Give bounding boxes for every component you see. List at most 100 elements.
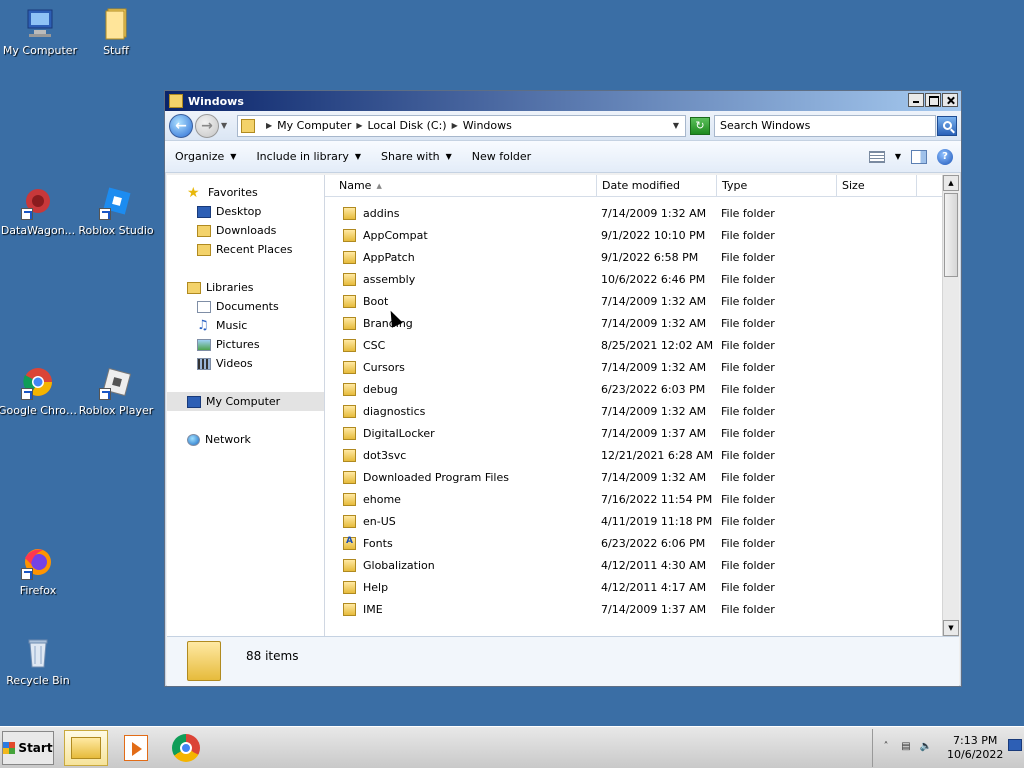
file-row[interactable]: IME 7/14/2009 1:37 AM File folder <box>325 598 959 620</box>
desktop-icon-my-computer[interactable]: My Computer <box>0 6 80 57</box>
desktop-icon-label: Firefox <box>19 584 57 597</box>
file-row[interactable]: en-US 4/11/2019 11:18 PM File folder <box>325 510 959 532</box>
nav-item-downloads[interactable]: Downloads <box>167 221 324 240</box>
search-input[interactable]: Search Windows <box>714 114 936 137</box>
share-with-button[interactable]: Share with ▼ <box>381 150 452 163</box>
column-header-type[interactable]: Type <box>717 175 837 196</box>
file-row[interactable]: debug 6/23/2022 6:03 PM File folder <box>325 378 959 400</box>
folder-icon <box>343 316 356 330</box>
file-row[interactable]: DigitalLocker 7/14/2009 1:37 AM File folde… <box>325 422 959 444</box>
refresh-button[interactable]: ↻ <box>690 116 710 135</box>
file-row[interactable]: Boot 7/14/2009 1:32 AM File folder <box>325 290 959 312</box>
scroll-thumb[interactable] <box>944 193 958 277</box>
breadcrumb-arrow-icon[interactable]: ▶ <box>452 121 458 130</box>
breadcrumb-local-disk[interactable]: Local Disk (C:) <box>368 119 447 132</box>
address-dropdown-icon[interactable]: ▼ <box>673 121 679 130</box>
recent-pages-dropdown[interactable]: ▼ <box>221 121 231 130</box>
file-date: 7/14/2009 1:32 AM <box>601 294 707 308</box>
file-date: 9/1/2022 6:58 PM <box>601 250 699 264</box>
file-date: 7/14/2009 1:32 AM <box>601 404 707 418</box>
help-icon[interactable]: ? <box>937 148 953 165</box>
address-bar[interactable]: ▶ My Computer ▶ Local Disk (C:) ▶ Window… <box>237 114 686 137</box>
desktop-icon-google-chrome[interactable]: Google Chrome <box>0 366 78 417</box>
folder-icon <box>343 536 356 550</box>
desktop-icon-firefox[interactable]: Firefox <box>0 546 78 597</box>
taskbar-explorer-button[interactable] <box>64 730 108 766</box>
file-row[interactable]: Fonts 6/23/2022 6:06 PM File folder <box>325 532 959 554</box>
desktop-icon-recycle-bin[interactable]: Recycle Bin <box>0 636 78 687</box>
file-row[interactable]: addins 7/14/2009 1:32 AM File folder <box>325 202 959 224</box>
breadcrumb-arrow-icon[interactable]: ▶ <box>266 121 272 130</box>
nav-item-music[interactable]: ♫ Music <box>167 316 324 335</box>
nav-item-my-computer[interactable]: My Computer <box>167 392 324 411</box>
maximize-button[interactable] <box>925 93 941 107</box>
file-row[interactable]: Downloaded Program Files 7/14/2009 1:32 A… <box>325 466 959 488</box>
file-row[interactable]: CSC 8/25/2021 12:02 AM File folder <box>325 334 959 356</box>
clock[interactable]: 7:13 PM 10/6/2022 <box>947 734 1003 762</box>
desktop-icon-roblox-studio[interactable]: Roblox Studio <box>76 186 156 237</box>
file-row[interactable]: AppCompat 9/1/2022 10:10 PM File folder <box>325 224 959 246</box>
file-row[interactable]: dot3svc 12/21/2021 6:28 AM File folder <box>325 444 959 466</box>
file-type: File folder <box>721 602 775 616</box>
file-row[interactable]: assembly 10/6/2022 6:46 PM File folder <box>325 268 959 290</box>
file-date: 9/1/2022 10:10 PM <box>601 228 706 242</box>
desktop-icon-roblox-player[interactable]: Roblox Player <box>76 366 156 417</box>
breadcrumb-windows[interactable]: Windows <box>463 119 512 132</box>
column-header-name[interactable]: Name ▲ <box>325 175 597 196</box>
nav-item-desktop[interactable]: Desktop <box>167 202 324 221</box>
volume-icon[interactable]: 🔈 <box>919 741 933 755</box>
window-title: Windows <box>188 94 244 108</box>
downloads-folder-icon <box>197 224 211 237</box>
preview-pane-icon[interactable] <box>911 149 927 164</box>
file-row[interactable]: Cursors 7/14/2009 1:32 AM File folder <box>325 356 959 378</box>
show-hidden-icons-icon[interactable]: ˄ <box>879 741 893 755</box>
pictures-icon <box>197 338 211 351</box>
nav-item-pictures[interactable]: Pictures <box>167 335 324 354</box>
file-date: 4/11/2019 11:18 PM <box>601 514 713 528</box>
taskbar-media-player-button[interactable] <box>114 730 158 766</box>
nav-item-favorites[interactable]: ★ Favorites <box>167 183 324 202</box>
network-status-icon[interactable]: ▤ <box>899 741 913 755</box>
search-button[interactable] <box>937 115 957 136</box>
scroll-up-button[interactable]: ▲ <box>943 175 959 191</box>
taskbar-chrome-button[interactable] <box>164 730 208 766</box>
close-button[interactable] <box>942 93 958 107</box>
new-folder-button[interactable]: New folder <box>472 150 531 163</box>
file-row[interactable]: Branding 7/14/2009 1:32 AM File folder <box>325 312 959 334</box>
nav-item-documents[interactable]: Documents <box>167 297 324 316</box>
file-row[interactable]: ehome 7/16/2022 11:54 PM File folder <box>325 488 959 510</box>
file-row[interactable]: AppPatch 9/1/2022 6:58 PM File folder <box>325 246 959 268</box>
file-type: File folder <box>721 360 775 374</box>
scroll-down-button[interactable]: ▼ <box>943 620 959 636</box>
change-view-icon[interactable] <box>868 150 885 163</box>
desktop-icon-datawagon[interactable]: DataWagon... <box>0 186 78 237</box>
back-button[interactable]: ← <box>169 113 193 138</box>
include-in-library-button[interactable]: Include in library ▼ <box>256 150 361 163</box>
folder-icon <box>343 426 356 440</box>
column-header-date-modified[interactable]: Date modified <box>597 175 717 196</box>
chevron-down-icon[interactable]: ▼ <box>895 152 901 161</box>
nav-item-recent-places[interactable]: Recent Places <box>167 240 324 259</box>
command-bar: Organize ▼ Include in library ▼ Share with… <box>165 141 961 173</box>
start-button[interactable]: Start <box>2 731 54 765</box>
videos-icon <box>197 357 211 370</box>
column-header-size[interactable]: Size <box>837 175 917 196</box>
forward-button[interactable]: → <box>195 113 219 138</box>
vertical-scrollbar[interactable]: ▲ ▼ <box>942 175 959 636</box>
file-row[interactable]: Globalization 4/12/2011 4:30 AM File folde… <box>325 554 959 576</box>
file-row[interactable]: diagnostics 7/14/2009 1:32 AM File folder <box>325 400 959 422</box>
minimize-button[interactable] <box>908 93 924 107</box>
nav-item-videos[interactable]: Videos <box>167 354 324 373</box>
file-date: 7/14/2009 1:37 AM <box>601 602 707 616</box>
folder-icon <box>343 470 356 484</box>
nav-item-network[interactable]: Network <box>167 430 324 449</box>
breadcrumb-my-computer[interactable]: My Computer <box>277 119 351 132</box>
desktop-icon-stuff[interactable]: Stuff <box>76 6 156 57</box>
breadcrumb-arrow-icon[interactable]: ▶ <box>356 121 362 130</box>
file-row[interactable]: Help 4/12/2011 4:17 AM File folder <box>325 576 959 598</box>
organize-button[interactable]: Organize ▼ <box>175 150 236 163</box>
show-desktop-icon[interactable] <box>1008 739 1022 751</box>
file-name: Fonts <box>363 536 393 550</box>
title-bar[interactable]: Windows <box>165 91 961 111</box>
nav-item-libraries[interactable]: Libraries <box>167 278 324 297</box>
